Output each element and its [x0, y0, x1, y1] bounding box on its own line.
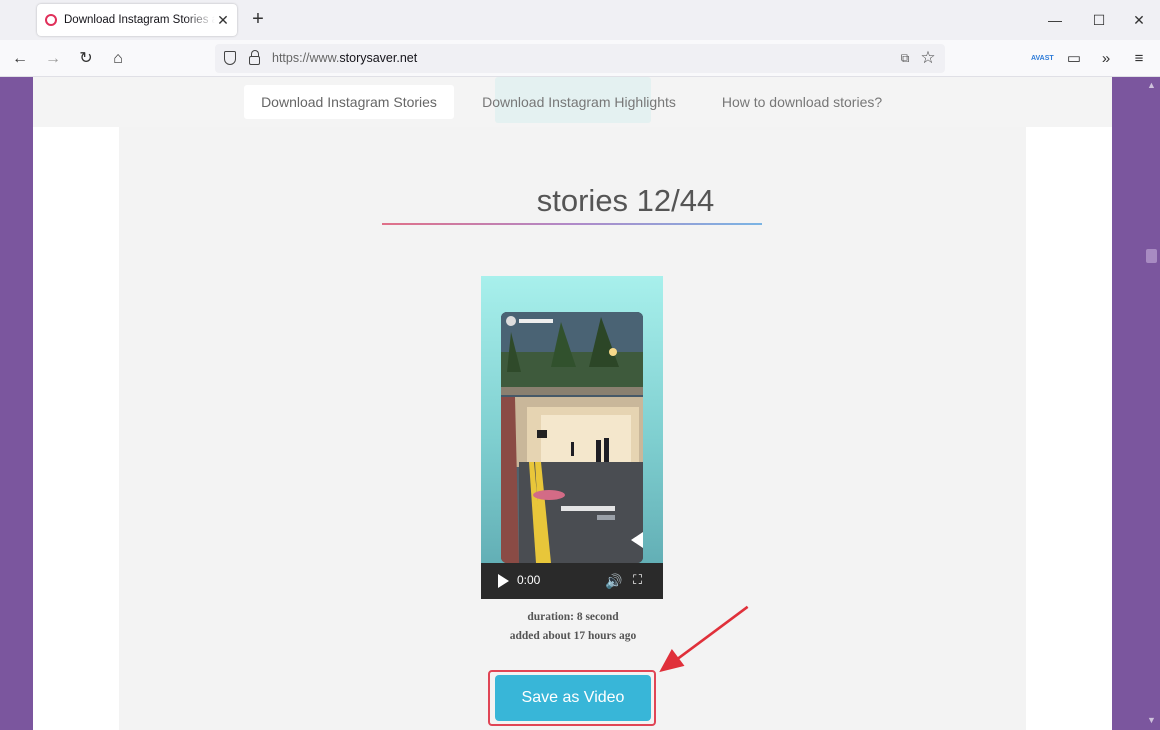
- hamburger-menu-icon[interactable]: ≡: [1127, 47, 1151, 71]
- fullscreen-icon[interactable]: ⛶: [633, 572, 649, 588]
- close-window-button[interactable]: ✕: [1124, 8, 1154, 32]
- bookmark-star-icon[interactable]: ☆: [919, 48, 937, 68]
- storysaver-favicon-icon: [45, 14, 57, 26]
- url-text[interactable]: https://www.storysaver.net: [272, 51, 417, 65]
- nav-download-stories[interactable]: Download Instagram Stories: [244, 85, 454, 119]
- volume-icon[interactable]: 🔊: [605, 572, 623, 590]
- page-title: stories 12/44: [536, 183, 715, 218]
- scrollbar-thumb[interactable]: [1146, 249, 1157, 263]
- tab-close-icon[interactable]: ✕: [215, 12, 231, 28]
- video-controls: 0:00 🔊 ⛶: [481, 563, 663, 599]
- new-tab-button[interactable]: +: [247, 8, 269, 30]
- stories-panel: stories 12/44 0:00 🔊 ⛶ duration: 8 secon…: [119, 127, 1026, 730]
- page-content: Download Instagram Stories Download Inst…: [33, 77, 1112, 730]
- scroll-down-arrow-icon[interactable]: ▼: [1146, 715, 1157, 726]
- video-duration: duration: 8 second: [527, 611, 619, 623]
- lock-icon[interactable]: [249, 50, 260, 65]
- video-added-time: added about 17 hours ago: [509, 630, 637, 642]
- maximize-button[interactable]: ☐: [1084, 8, 1114, 32]
- scroll-up-arrow-icon[interactable]: ▲: [1146, 80, 1157, 91]
- tracking-protection-shield-icon[interactable]: [224, 51, 236, 65]
- navigation-toolbar: ← → ↻ ⌂ https://www.storysaver.net ⧉ ☆ A…: [0, 40, 1160, 77]
- story-video-thumbnail[interactable]: [501, 312, 643, 563]
- site-navigation: Download Instagram Stories Download Inst…: [33, 77, 1112, 127]
- red-arrow-annotation: [659, 605, 749, 673]
- forward-arrow-icon[interactable]: →: [41, 47, 65, 71]
- nav-how-to-download[interactable]: How to download stories?: [709, 85, 895, 119]
- story-video-player[interactable]: 0:00 🔊 ⛶: [481, 276, 663, 599]
- tunnel-street-image: [501, 312, 643, 563]
- title-underline: [382, 223, 762, 225]
- minimize-button[interactable]: —: [1040, 8, 1070, 32]
- browser-tab[interactable]: Download Instagram Stories an ✕: [37, 4, 237, 36]
- vertical-scrollbar[interactable]: ▲ ▼: [1143, 77, 1160, 730]
- reload-icon[interactable]: ↻: [74, 47, 98, 71]
- video-time: 0:00: [517, 573, 541, 587]
- play-icon[interactable]: [498, 574, 509, 588]
- nav-download-highlights[interactable]: Download Instagram Highlights: [471, 85, 687, 119]
- tab-title: Download Instagram Stories an: [64, 14, 215, 26]
- save-as-video-button[interactable]: Save as Video: [495, 675, 651, 721]
- cast-icon[interactable]: ▭: [1062, 47, 1086, 71]
- tab-bar: Download Instagram Stories an ✕ + — ☐ ✕: [0, 0, 1160, 40]
- translate-icon[interactable]: ⧉: [897, 50, 913, 66]
- address-bar[interactable]: https://www.storysaver.net ⧉ ☆: [215, 44, 945, 73]
- back-arrow-icon[interactable]: ←: [8, 47, 32, 71]
- right-page-border: [1112, 77, 1143, 730]
- left-page-border: [0, 77, 33, 730]
- avast-extension-icon[interactable]: AVAST: [1031, 51, 1054, 67]
- overflow-chevron-icon[interactable]: »: [1094, 47, 1118, 71]
- home-icon[interactable]: ⌂: [106, 47, 130, 71]
